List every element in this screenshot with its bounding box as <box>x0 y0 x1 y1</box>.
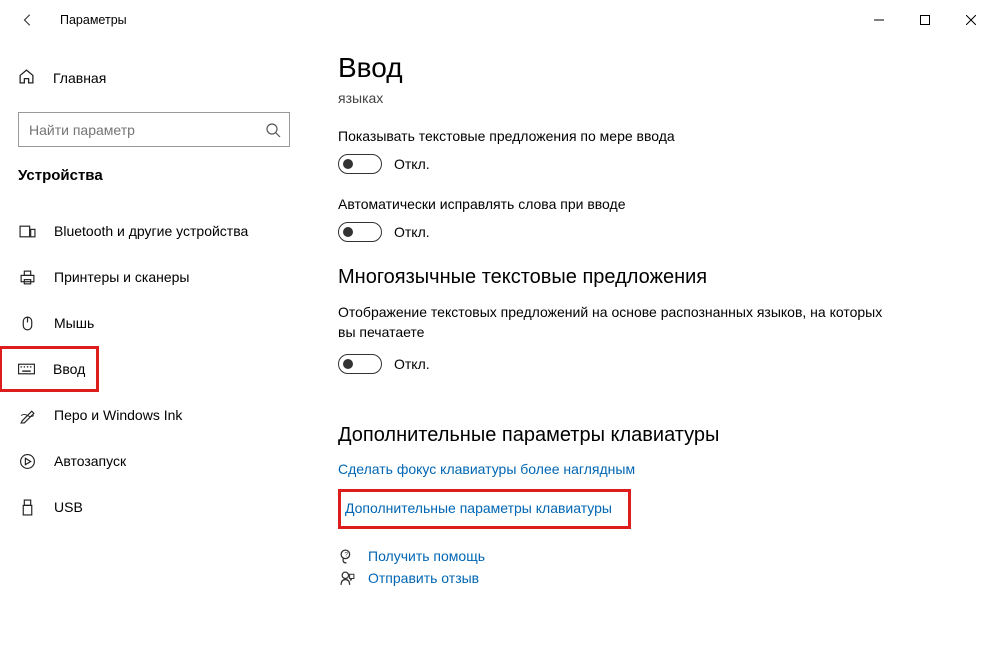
sidebar-item-label: USB <box>54 499 83 515</box>
section-advanced-title: Дополнительные параметры клавиатуры <box>338 424 964 447</box>
sidebar-item-printers[interactable]: Принтеры и сканеры <box>0 254 308 300</box>
toggle-label: Автоматически исправлять слова при вводе <box>338 196 964 212</box>
home-icon <box>18 68 35 88</box>
sidebar-item-label: Ввод <box>53 361 85 377</box>
section-multilang-title: Многоязычные текстовые предложения <box>338 266 964 289</box>
devices-icon <box>18 222 36 240</box>
svg-text:?: ? <box>344 551 348 558</box>
sidebar-item-label: Принтеры и сканеры <box>54 269 189 285</box>
maximize-button[interactable] <box>902 0 948 40</box>
sidebar-item-label: Автозапуск <box>54 453 126 469</box>
back-button[interactable] <box>16 8 40 32</box>
sidebar: Главная Устройства Bluetooth и другие ус… <box>0 40 308 672</box>
search-box[interactable] <box>18 112 290 147</box>
main-content: Ввод языках Показывать текстовые предлож… <box>308 40 994 672</box>
section-multilang-desc: Отображение текстовых предложений на осн… <box>338 303 898 342</box>
titlebar: Параметры <box>0 0 994 40</box>
help-row: ? Получить помощь <box>338 547 964 565</box>
link-keyboard-focus[interactable]: Сделать фокус клавиатуры более наглядным <box>338 461 964 477</box>
toggle-text-suggestions: Показывать текстовые предложения по мере… <box>338 128 964 174</box>
sidebar-category: Устройства <box>0 167 308 184</box>
toggle-multilang: Откл. <box>338 354 964 374</box>
highlight-advanced-link: Дополнительные параметры клавиатуры <box>338 489 631 529</box>
keyboard-icon <box>17 360 35 378</box>
toggle-switch[interactable] <box>338 222 382 242</box>
sidebar-home-label: Главная <box>53 70 106 86</box>
sidebar-item-typing[interactable]: Ввод <box>2 349 96 389</box>
sidebar-home[interactable]: Главная <box>0 56 308 100</box>
search-input[interactable] <box>29 122 265 138</box>
usb-icon <box>18 498 36 516</box>
toggle-switch[interactable] <box>338 354 382 374</box>
help-icon: ? <box>338 547 356 565</box>
sidebar-item-mouse[interactable]: Мышь <box>0 300 308 346</box>
residual-text: языках <box>338 90 964 106</box>
minimize-button[interactable] <box>856 0 902 40</box>
feedback-icon <box>338 569 356 587</box>
sidebar-item-label: Мышь <box>54 315 94 331</box>
toggle-autocorrect: Автоматически исправлять слова при вводе… <box>338 196 964 242</box>
toggle-state: Откл. <box>394 156 430 172</box>
page-title: Ввод <box>338 52 964 84</box>
link-advanced-keyboard[interactable]: Дополнительные параметры клавиатуры <box>345 500 612 516</box>
sidebar-item-pen[interactable]: Перо и Windows Ink <box>0 392 308 438</box>
printer-icon <box>18 268 36 286</box>
window-controls <box>856 0 994 40</box>
link-get-help[interactable]: Получить помощь <box>368 548 485 564</box>
link-feedback[interactable]: Отправить отзыв <box>368 570 479 586</box>
sidebar-item-label: Перо и Windows Ink <box>54 407 182 423</box>
sidebar-nav: Bluetooth и другие устройства Принтеры и… <box>0 208 308 530</box>
mouse-icon <box>18 314 36 332</box>
sidebar-item-label: Bluetooth и другие устройства <box>54 223 248 239</box>
pen-icon <box>18 406 36 424</box>
toggle-label: Показывать текстовые предложения по мере… <box>338 128 964 144</box>
window-title: Параметры <box>60 13 127 27</box>
sidebar-item-bluetooth[interactable]: Bluetooth и другие устройства <box>0 208 308 254</box>
sidebar-item-usb[interactable]: USB <box>0 484 308 530</box>
close-button[interactable] <box>948 0 994 40</box>
toggle-switch[interactable] <box>338 154 382 174</box>
toggle-state: Откл. <box>394 224 430 240</box>
feedback-row: Отправить отзыв <box>338 569 964 587</box>
search-icon <box>265 122 281 138</box>
autoplay-icon <box>18 452 36 470</box>
toggle-state: Откл. <box>394 356 430 372</box>
sidebar-item-autoplay[interactable]: Автозапуск <box>0 438 308 484</box>
